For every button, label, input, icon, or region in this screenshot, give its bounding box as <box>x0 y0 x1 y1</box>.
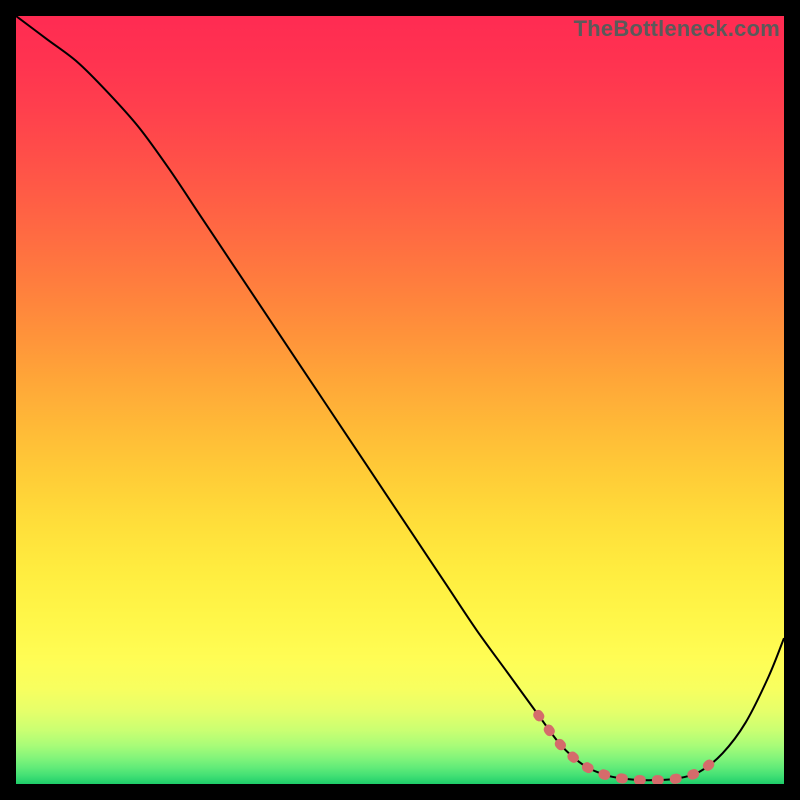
optimal-range-marker <box>538 715 715 780</box>
watermark-text: TheBottleneck.com <box>574 16 780 42</box>
plot-area: TheBottleneck.com <box>16 16 784 784</box>
curve-layer <box>16 16 784 784</box>
bottleneck-curve <box>16 16 784 780</box>
chart-frame: TheBottleneck.com <box>0 0 800 800</box>
